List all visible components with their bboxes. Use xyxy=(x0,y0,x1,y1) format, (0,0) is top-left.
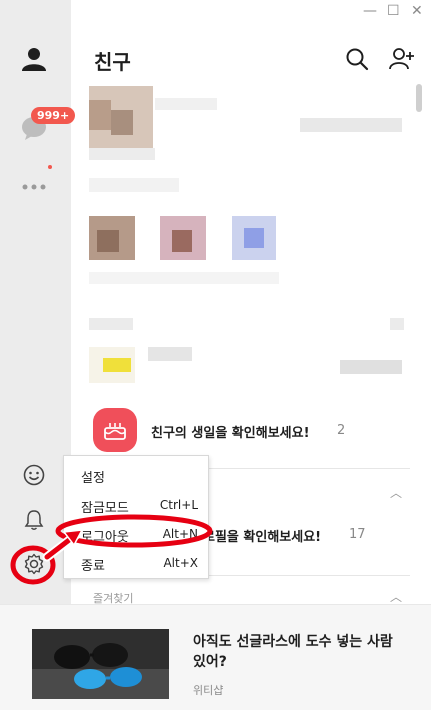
chevron-up-icon[interactable]: ︿ xyxy=(390,484,402,501)
menu-item-label: 잠금모드 xyxy=(81,501,129,516)
settings-context-menu: 설정 잠금모드 Ctrl+L 로그아웃 Alt+N 종료 Alt+X xyxy=(63,455,209,579)
profile-update-count: 17 xyxy=(349,527,366,542)
profile-update-prompt[interactable]: 로필을 확인해보세요! xyxy=(203,526,321,545)
name-placeholder xyxy=(89,148,155,160)
chevron-placeholder xyxy=(390,318,404,330)
birthday-prompt[interactable]: 친구의 생일을 확인해보세요! xyxy=(151,422,310,441)
minimize-button[interactable]: — xyxy=(363,3,377,19)
menu-item-lock-mode[interactable]: 잠금모드 Ctrl+L xyxy=(64,493,208,517)
menu-item-shortcut: Alt+N xyxy=(162,527,198,541)
status-placeholder xyxy=(340,360,402,374)
unread-badge: 999+ xyxy=(31,107,76,124)
menu-item-label: 설정 xyxy=(81,471,105,486)
close-button[interactable]: ✕ xyxy=(411,3,423,19)
avatar-shade xyxy=(103,358,131,372)
search-icon[interactable] xyxy=(344,46,370,72)
menu-item-shortcut: Ctrl+L xyxy=(159,498,198,512)
smiley-icon[interactable] xyxy=(16,457,52,493)
menu-item-shortcut: Alt+X xyxy=(163,556,198,570)
avatar-shade xyxy=(111,110,133,135)
menu-item-label: 로그아웃 xyxy=(81,530,129,545)
ad-title[interactable]: 아직도 선글라스에 도수 넣는 사람 있어? xyxy=(193,632,408,672)
section-placeholder xyxy=(89,178,179,192)
birthday-count: 2 xyxy=(337,423,346,438)
menu-item-logout[interactable]: 로그아웃 Alt+N xyxy=(64,522,208,546)
menu-item-settings[interactable]: 설정 xyxy=(64,463,208,487)
name-placeholder xyxy=(89,272,279,284)
name-placeholder xyxy=(155,98,217,110)
scrollbar[interactable] xyxy=(416,84,422,112)
avatar-shade xyxy=(172,230,192,252)
page-title: 친구 xyxy=(94,50,131,74)
window-titlebar: — ☐ ✕ xyxy=(71,0,431,24)
add-friend-icon[interactable] xyxy=(388,46,414,72)
maximize-button[interactable]: ☐ xyxy=(387,3,400,19)
avatar-shade xyxy=(97,230,119,252)
avatar-shade xyxy=(89,100,111,130)
avatar-shade xyxy=(244,228,264,248)
ad-banner[interactable]: 아직도 선글라스에 도수 넣는 사람 있어? 위티샵 xyxy=(0,604,431,710)
menu-item-exit[interactable]: 종료 Alt+X xyxy=(64,551,208,575)
sidebar: 999+ xyxy=(0,0,76,604)
person-icon[interactable] xyxy=(16,41,52,77)
status-placeholder xyxy=(300,118,402,132)
new-indicator-dot xyxy=(48,165,52,169)
page-header: 친구 xyxy=(71,36,431,82)
menu-item-label: 종료 xyxy=(81,559,105,574)
gear-icon[interactable] xyxy=(16,546,52,582)
chevron-up-icon[interactable]: ︿ xyxy=(390,588,402,605)
name-placeholder xyxy=(148,347,192,361)
ad-image xyxy=(32,629,169,699)
more-dots-icon[interactable] xyxy=(16,169,52,205)
bell-icon[interactable] xyxy=(16,502,52,538)
ad-source: 위티샵 xyxy=(193,684,224,697)
birthday-cake-icon[interactable] xyxy=(93,408,137,452)
section-placeholder xyxy=(89,318,133,330)
